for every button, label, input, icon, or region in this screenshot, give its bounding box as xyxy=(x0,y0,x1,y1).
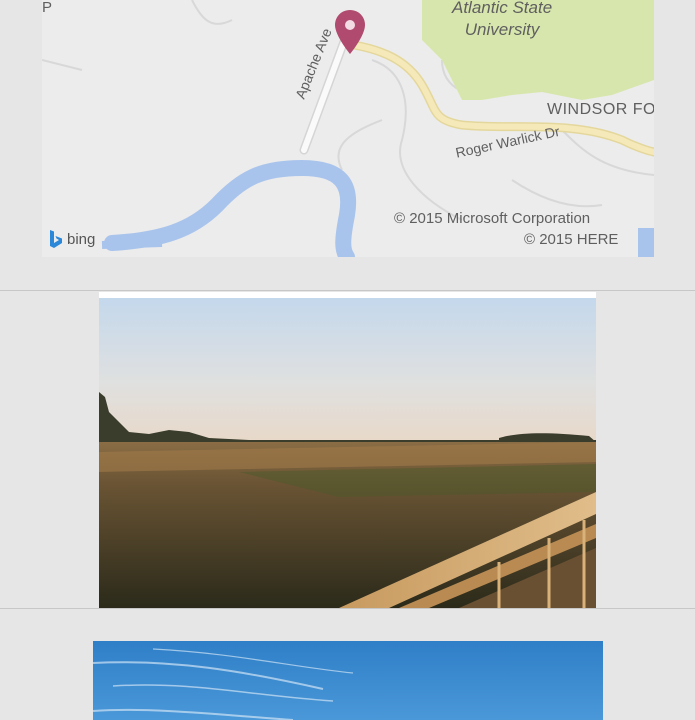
bing-icon xyxy=(50,230,62,248)
poi-label-university: Atlantic State University xyxy=(452,0,552,41)
copyright-here: © 2015 HERE xyxy=(524,231,619,248)
map-view[interactable]: P Atlantic State University WINDSOR FO A… xyxy=(42,0,654,257)
marsh-photo[interactable] xyxy=(99,292,596,608)
sky-photo[interactable] xyxy=(93,641,603,720)
copyright-microsoft: © 2015 Microsoft Corporation xyxy=(394,210,591,227)
bing-label: bing xyxy=(67,230,96,248)
marsh-photo-image xyxy=(99,292,596,608)
divider xyxy=(0,290,695,291)
map-corner-glyph: P xyxy=(42,0,53,16)
poi-label-line2: University xyxy=(464,20,540,39)
divider xyxy=(0,608,695,609)
poi-label-line1: Atlantic State xyxy=(452,0,553,17)
sky-photo-image xyxy=(93,641,603,720)
location-pin-icon[interactable] xyxy=(332,8,368,58)
bing-logo[interactable]: bing xyxy=(48,229,95,249)
area-label: WINDSOR FO xyxy=(547,101,654,118)
